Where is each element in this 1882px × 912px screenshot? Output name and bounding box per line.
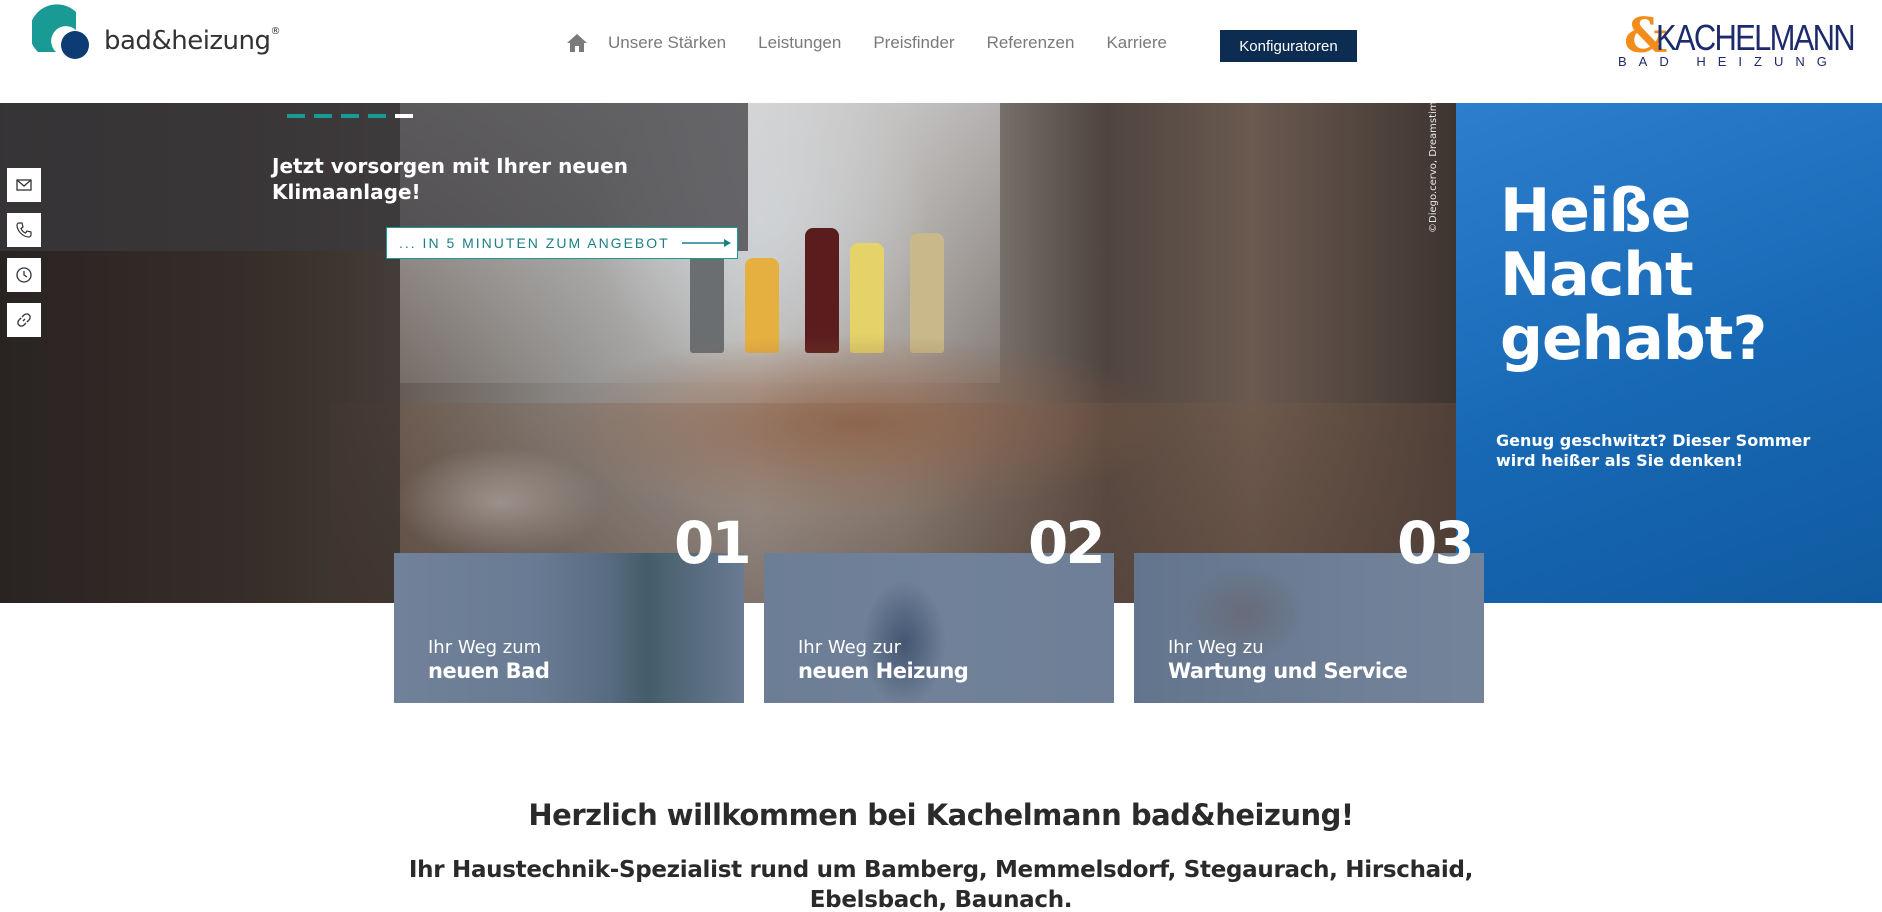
card-line2: neuen Bad [428,659,550,683]
bad-heizung-logo-mark [32,4,89,59]
clock-icon [16,267,32,283]
slider-dot[interactable] [287,114,305,118]
slider-dot[interactable] [368,114,386,118]
card-number: 03 [1397,509,1475,577]
hero-title: Jetzt vorsorgen mit Ihrer neuen Klimaanl… [272,154,628,204]
kachelmann-logo-sub: BAD HEIZUNG [1618,54,1839,69]
kachelmann-logo-brand: KACHELMANN [1656,17,1856,58]
card-number: 02 [1028,509,1106,577]
mail-button[interactable] [7,168,41,202]
slider-dot-active[interactable] [395,114,413,118]
nav-item-referenzen[interactable]: Referenzen [987,33,1075,53]
phone-icon [16,222,32,238]
contact-sidebar [7,168,41,337]
mail-icon [16,179,32,191]
angebot-button[interactable]: ... IN 5 MINUTEN ZUM ANGEBOT [386,227,738,259]
card-number: 01 [674,509,752,577]
card-line1: Ihr Weg zu [1168,637,1264,658]
card-line1: Ihr Weg zum [428,637,542,658]
slider-indicators [287,114,413,118]
slider-dot[interactable] [314,114,332,118]
nav-item-leistungen[interactable]: Leistungen [758,33,841,53]
promo-text: Genug geschwitzt? Dieser Sommer wird hei… [1496,431,1811,470]
card-line1: Ihr Weg zur [798,637,902,658]
promo-headline: Heiße Nacht gehabt? [1500,176,1767,374]
main-nav: Unsere Stärken Leistungen Preisfinder Re… [566,28,1357,62]
kachelmann-logo[interactable]: & KACHELMANN BAD HEIZUNG [1618,12,1856,74]
hero-slider: Jetzt vorsorgen mit Ihrer neuen Klimaanl… [0,103,1882,603]
card-line2: neuen Heizung [798,659,969,683]
nav-item-preisfinder[interactable]: Preisfinder [873,33,954,53]
hero-photo-person [410,323,1310,523]
welcome-subtitle: Ihr Haustechnik-Spezialist rund um Bambe… [408,857,1474,912]
opening-hours-button[interactable] [7,258,41,292]
site-header: bad&heizung® Unsere Stärken Leistungen P… [0,0,1882,103]
nav-item-unsere-staerken[interactable]: Unsere Stärken [608,33,726,53]
link-button[interactable] [7,303,41,337]
nav-item-karriere[interactable]: Karriere [1106,33,1166,53]
photo-credit: ©Diego.cervo, Dreamstime [1428,103,1439,233]
angebot-button-label: ... IN 5 MINUTEN ZUM ANGEBOT [399,235,670,251]
bad-heizung-logo-text: bad&heizung® [104,26,281,56]
promo-panel: Heiße Nacht gehabt? Genug geschwitzt? Di… [1456,103,1882,603]
konfiguratoren-button[interactable]: Konfiguratoren [1220,30,1357,62]
home-icon[interactable] [566,33,588,53]
card-line2: Wartung und Service [1168,659,1408,683]
phone-button[interactable] [7,213,41,247]
bad-heizung-logo[interactable]: bad&heizung® [32,2,281,62]
welcome-title: Herzlich willkommen bei Kachelmann bad&h… [528,798,1354,832]
arrow-right-icon [681,239,731,247]
link-icon [17,313,31,327]
slider-dot[interactable] [341,114,359,118]
